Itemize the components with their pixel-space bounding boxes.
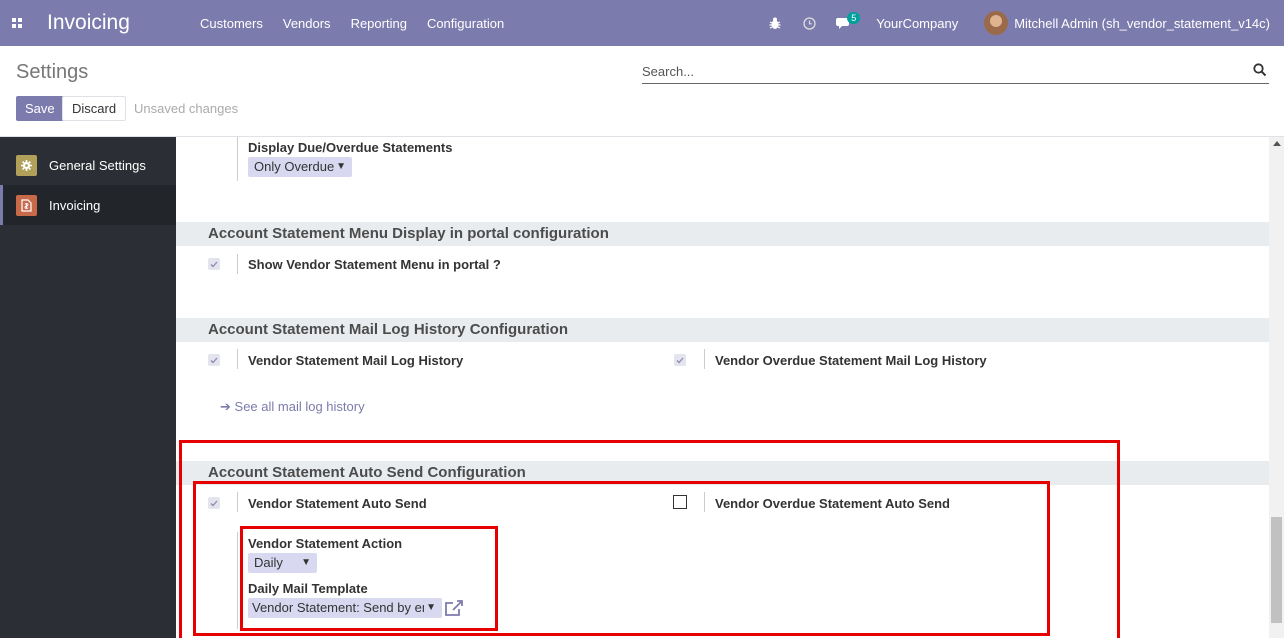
mail-log-checkbox[interactable] [208, 354, 220, 366]
main-menu: Customers Vendors Reporting Configuratio… [190, 16, 514, 31]
chat-count-badge: 5 [847, 12, 861, 24]
scroll-thumb[interactable] [1271, 517, 1282, 623]
company-switcher[interactable]: YourCompany [876, 16, 958, 31]
gear-icon [16, 154, 37, 176]
section-header-portal: Account Statement Menu Display in portal… [176, 222, 1269, 246]
portal-menu-checkbox[interactable] [208, 258, 220, 270]
user-avatar[interactable] [984, 11, 1009, 35]
menu-customers[interactable]: Customers [190, 16, 273, 31]
sidebar-item-label: Invoicing [49, 197, 101, 213]
invoice-icon [16, 194, 37, 216]
menu-vendors[interactable]: Vendors [273, 16, 341, 31]
divider [237, 137, 238, 181]
settings-sidebar: General Settings Invoicing [0, 137, 176, 638]
arrow-right-icon: ➔ [220, 399, 231, 414]
clock-icon[interactable] [801, 15, 817, 31]
menu-reporting[interactable]: Reporting [341, 16, 417, 31]
due-overdue-select[interactable]: Only Overdue ▼ [248, 157, 352, 177]
overdue-mail-log-label: Vendor Overdue Statement Mail Log Histor… [715, 353, 987, 368]
scroll-up-icon[interactable] [1273, 141, 1281, 146]
search-bar [642, 60, 1269, 84]
select-value: Only Overdue [254, 159, 335, 174]
section-header-mail-log: Account Statement Mail Log History Confi… [176, 318, 1269, 342]
user-menu[interactable]: Mitchell Admin (sh_vendor_statement_v14c… [1014, 16, 1270, 31]
discard-button[interactable]: Discard [62, 96, 127, 121]
bug-icon[interactable] [767, 15, 783, 31]
due-overdue-label: Display Due/Overdue Statements [248, 140, 453, 155]
sidebar-item-invoicing[interactable]: Invoicing [0, 185, 176, 225]
apps-menu-icon[interactable] [0, 0, 34, 46]
app-title[interactable]: Invoicing [47, 11, 187, 35]
sidebar-item-label: General Settings [49, 157, 146, 173]
divider [237, 254, 238, 274]
see-mail-log-link[interactable]: ➔ See all mail log history [220, 399, 365, 415]
portal-menu-label: Show Vendor Statement Menu in portal ? [248, 257, 501, 272]
mail-log-label: Vendor Statement Mail Log History [248, 353, 464, 368]
systray: 5 YourCompany Mitchell Admin (sh_vendor_… [758, 0, 1284, 46]
highlight-action-template [240, 526, 498, 631]
page-title: Settings [16, 61, 89, 83]
link-label: See all mail log history [234, 399, 365, 414]
search-icon[interactable] [1253, 63, 1267, 77]
overdue-mail-log-checkbox[interactable] [674, 354, 686, 366]
search-input[interactable] [642, 60, 1232, 82]
save-button[interactable]: Save [16, 96, 64, 121]
settings-content: Display Due/Overdue Statements Only Over… [176, 137, 1269, 638]
caret-down-icon: ▼ [336, 161, 346, 172]
unsaved-changes-label: Unsaved changes [134, 101, 239, 116]
content-scrollbar[interactable] [1269, 137, 1284, 638]
sidebar-item-general-settings[interactable]: General Settings [0, 145, 176, 185]
top-navbar: Invoicing Customers Vendors Reporting Co… [0, 0, 1284, 46]
menu-configuration[interactable]: Configuration [417, 16, 514, 31]
control-panel: Settings Save Discard Unsaved changes [0, 46, 1284, 137]
divider [237, 349, 238, 369]
divider [704, 349, 705, 369]
